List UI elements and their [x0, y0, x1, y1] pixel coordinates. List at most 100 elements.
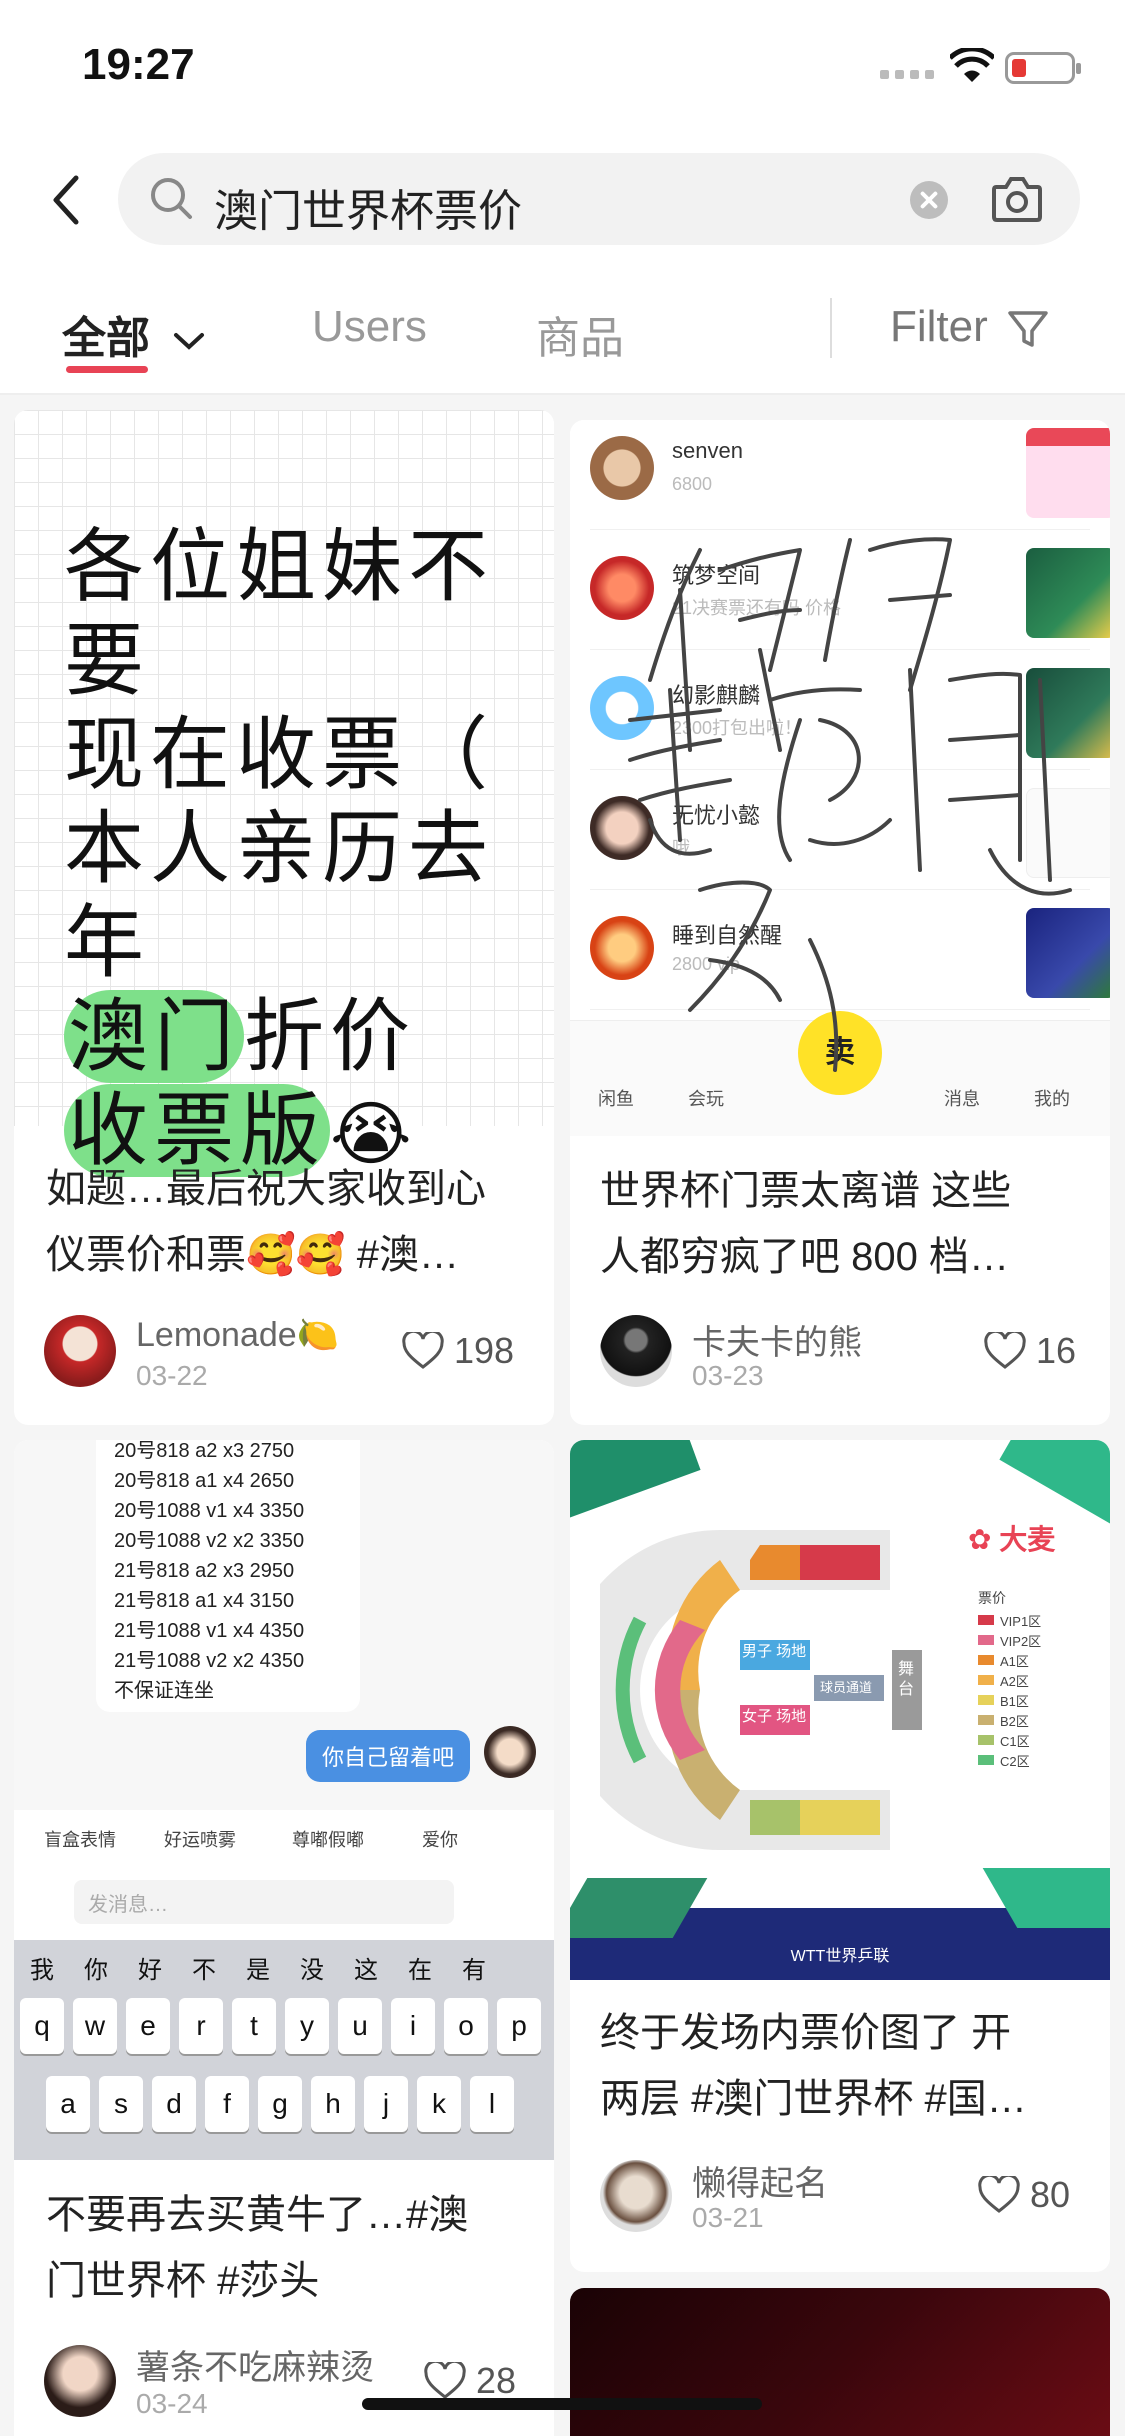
tab-goods[interactable]: 商品 [536, 302, 624, 366]
avatar[interactable] [600, 1315, 672, 1387]
search-input[interactable]: 澳门世界杯票价 [118, 153, 1080, 245]
note-title-line: 人都穷疯了吧 800 档… [600, 1235, 1009, 1279]
note-card[interactable]: 各位姐妹不要 现在收票（ 本人亲历去年 澳门折价 收票版😭 如题…最后祝大家收到… [14, 410, 554, 1425]
note-title: 如题…最后祝大家收到心 仪票价和票🥰🥰 #澳… [46, 1156, 486, 1288]
legend-item: VIP2区 [978, 1630, 1041, 1650]
decor-shape [982, 1868, 1110, 1928]
sticker-chip: 盲盒表情 [44, 1830, 116, 1850]
tab-all[interactable]: 全部 [62, 302, 206, 366]
ticket-line: 20号818 a1 x4 2650 [114, 1470, 295, 1492]
decor-shape [999, 1440, 1110, 1530]
author-name[interactable]: 薯条不吃麻辣烫 [136, 2340, 374, 2389]
post-date: 03-23 [692, 1360, 764, 1391]
legend-label: B2区 [1000, 1713, 1029, 1729]
legend-label: VIP2区 [1000, 1633, 1042, 1649]
decor-shape [570, 1878, 708, 1938]
keyboard: 我 你 好 不 是 没 这 在 有 q w e r t y u i o p a … [14, 1940, 554, 2160]
note-title-line: 门世界杯 #莎头 [46, 2259, 320, 2303]
avatar[interactable] [600, 2160, 672, 2232]
status-time: 19:27 [82, 40, 195, 89]
note-title-line: 两层 #澳门世界杯 #国… [600, 2077, 1027, 2121]
keyboard-key: g [258, 2076, 302, 2132]
keyboard-key: d [152, 2076, 196, 2132]
ticket-line: 不保证连坐 [114, 1680, 214, 1702]
legend-item: A1区 [978, 1650, 1041, 1670]
cover-line: 澳门折价 [64, 990, 554, 1084]
keyboard-key: u [338, 1998, 382, 2054]
keyboard-key: q [20, 1998, 64, 2054]
filter-button[interactable]: Filter [890, 302, 1050, 352]
like-button[interactable]: 80 [978, 2174, 1070, 2216]
keyboard-key: s [99, 2076, 143, 2132]
legend-label: A1区 [1000, 1653, 1029, 1669]
ticket-list-bubble: 20号818 a2 x3 2750 20号818 a1 x4 2650 20号1… [96, 1440, 360, 1712]
legend-item: C2区 [978, 1750, 1041, 1770]
active-tab-indicator [66, 366, 148, 373]
search-icon [151, 178, 192, 219]
legend-label: VIP1区 [1000, 1613, 1042, 1629]
note-title-line: 仪票价和票🥰🥰 #澳… [46, 1233, 459, 1277]
wifi-icon [950, 48, 994, 82]
note-card[interactable]: 20号818 a2 x3 2750 20号818 a1 x4 2650 20号1… [14, 1440, 554, 2436]
channel-label: 球员通道 [820, 1680, 873, 1695]
like-count: 198 [454, 1330, 515, 1371]
chevron-down-icon [174, 333, 205, 351]
like-button[interactable]: 198 [402, 1330, 514, 1372]
author-name[interactable]: 懒得起名 [692, 2156, 828, 2205]
author-name[interactable]: 卡夫卡的熊 [692, 1315, 862, 1364]
like-button[interactable]: 28 [424, 2360, 516, 2402]
tab-users[interactable]: Users [312, 302, 427, 352]
brand-name: 大麦 [999, 1524, 1056, 1555]
keyboard-key: f [205, 2076, 249, 2132]
keyboard-key: o [444, 1998, 488, 2054]
keyboard-key: j [364, 2076, 408, 2132]
search-header: 澳门世界杯票价 [0, 140, 1125, 260]
legend-title: 票价 [978, 1590, 1006, 1606]
camera-search-icon[interactable] [990, 173, 1044, 225]
legend-swatch [978, 1715, 994, 1725]
legend-swatch [978, 1695, 994, 1705]
field-label: 女子 场地 [742, 1708, 807, 1725]
battery-icon [1005, 52, 1081, 84]
candidate-word: 你 [84, 1957, 108, 1984]
cellular-signal-icon [880, 70, 934, 79]
legend-label: C1区 [1000, 1733, 1030, 1749]
legend-item: C1区 [978, 1730, 1041, 1750]
stage-label: 舞台 [898, 1661, 915, 1698]
keyboard-key: k [417, 2076, 461, 2132]
candidate-word: 这 [354, 1957, 378, 1984]
tab-divider [830, 298, 832, 358]
clear-search-icon[interactable] [910, 181, 948, 219]
candidate-word: 没 [300, 1957, 324, 1984]
note-cover-image: 各位姐妹不要 现在收票（ 本人亲历去年 澳门折价 收票版😭 [14, 410, 554, 1177]
back-arrow-icon[interactable] [40, 170, 100, 230]
author-name[interactable]: Lemonade🍋 [136, 1315, 339, 1355]
avatar[interactable] [44, 2345, 116, 2417]
note-card[interactable]: senven 6800 筑梦空间 21决赛票还有吗 价格 幻影麒麟 2300打包… [570, 420, 1110, 1425]
avatar[interactable] [44, 1315, 116, 1387]
cover-footer-band: WTT世界乒联 [570, 1868, 1110, 1980]
legend-swatch [978, 1635, 994, 1645]
search-query-text: 澳门世界杯票价 [214, 187, 522, 236]
keyboard-key: y [285, 1998, 329, 2054]
field-label: 男子 场地 [742, 1643, 807, 1660]
legend-label: A2区 [1000, 1673, 1029, 1689]
ticket-line: 21号1088 v2 x2 4350 [114, 1650, 305, 1672]
note-cover-image: senven 6800 筑梦空间 21决赛票还有吗 价格 幻影麒麟 2300打包… [570, 420, 1110, 1136]
legend-swatch [978, 1615, 994, 1625]
legend-swatch [978, 1655, 994, 1665]
like-button[interactable]: 16 [984, 1330, 1076, 1372]
chat-input-area: 盲盒表情 好运喷雾 尊嘟假嘟 爱你 发消息… [14, 1810, 554, 1940]
cover-text: 各位姐妹不要 现在收票（ 本人亲历去年 澳门折价 收票版😭 [64, 520, 554, 1181]
like-count: 16 [1036, 1330, 1077, 1371]
note-title-line: 如题…最后祝大家收到心 [46, 1167, 486, 1211]
note-title: 不要再去买黄牛了…#澳 门世界杯 #莎头 [46, 2182, 468, 2314]
search-tabs: 全部 Users 商品 Filter [0, 260, 1125, 395]
sticker-chip: 爱你 [422, 1830, 458, 1850]
ticket-line: 20号818 a2 x3 2750 [114, 1440, 295, 1462]
note-card[interactable]: 男子 场地 女子 场地 球员通道 舞台 ✿ 大麦 票价 VIP1区 VIP2区 A1… [570, 1440, 1110, 2272]
like-count: 80 [1030, 2174, 1071, 2215]
note-card[interactable] [570, 2288, 1110, 2436]
handwritten-overlay [628, 537, 1072, 1072]
keyboard-key: i [391, 1998, 435, 2054]
